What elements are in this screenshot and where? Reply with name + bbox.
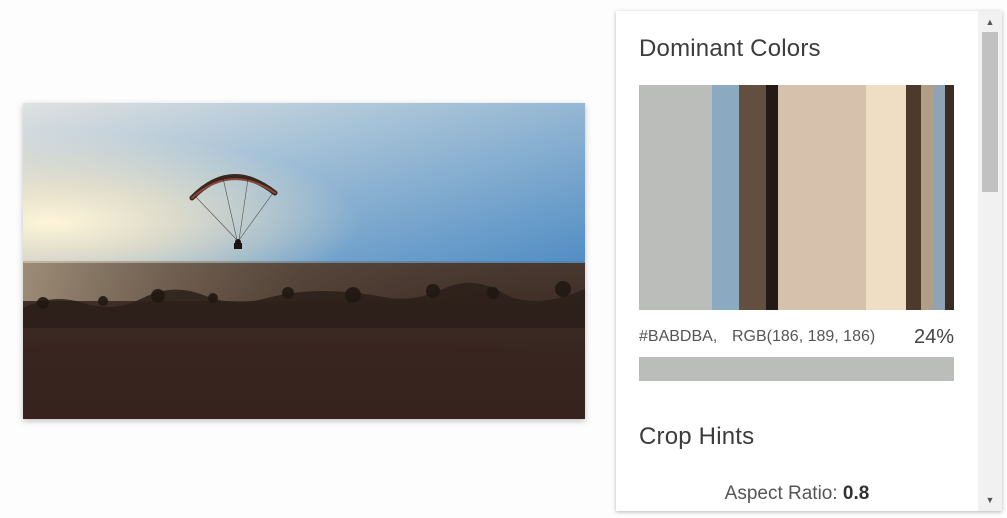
scrollbar-thumb[interactable] [982,32,998,192]
color-swatch-1[interactable] [639,85,712,310]
dominant-colors-strip [639,85,954,310]
color-swatch-3[interactable] [738,85,767,310]
selected-color-bar [639,357,954,381]
panel-content: Dominant Colors #BABDBA, RGB(186, 189, 1… [616,11,978,511]
selected-color-info: #BABDBA, RGB(186, 189, 186) 24% [639,326,954,350]
panel-scrollbar[interactable]: ▲ ▼ [978,11,1002,511]
analysis-panel: Dominant Colors #BABDBA, RGB(186, 189, 1… [616,11,1002,511]
analyzed-image [23,103,585,419]
dominant-colors-title: Dominant Colors [639,35,821,62]
scroll-down-icon[interactable]: ▼ [978,493,1002,507]
color-swatch-9[interactable] [932,85,945,310]
crop-hints-title: Crop Hints [639,423,755,450]
color-swatch-4[interactable] [766,85,779,310]
color-swatch-6[interactable] [866,85,906,310]
color-swatch-7[interactable] [905,85,921,310]
color-swatch-8[interactable] [920,85,933,310]
selected-color-percent: 24% [913,326,954,348]
selected-color-hex: #BABDBA, [639,328,718,345]
color-swatch-5[interactable] [778,85,867,310]
aspect-ratio-value: 0.8 [842,483,870,504]
selected-color-rgb: RGB(186, 189, 186) [732,328,876,345]
aspect-ratio: Aspect Ratio: 0.8 [616,483,978,505]
paraglider-photo [23,103,585,419]
color-swatch-2[interactable] [711,85,739,310]
scroll-up-icon[interactable]: ▲ [978,15,1002,29]
color-swatch-10[interactable] [944,85,954,310]
aspect-ratio-label: Aspect Ratio: [724,483,838,504]
